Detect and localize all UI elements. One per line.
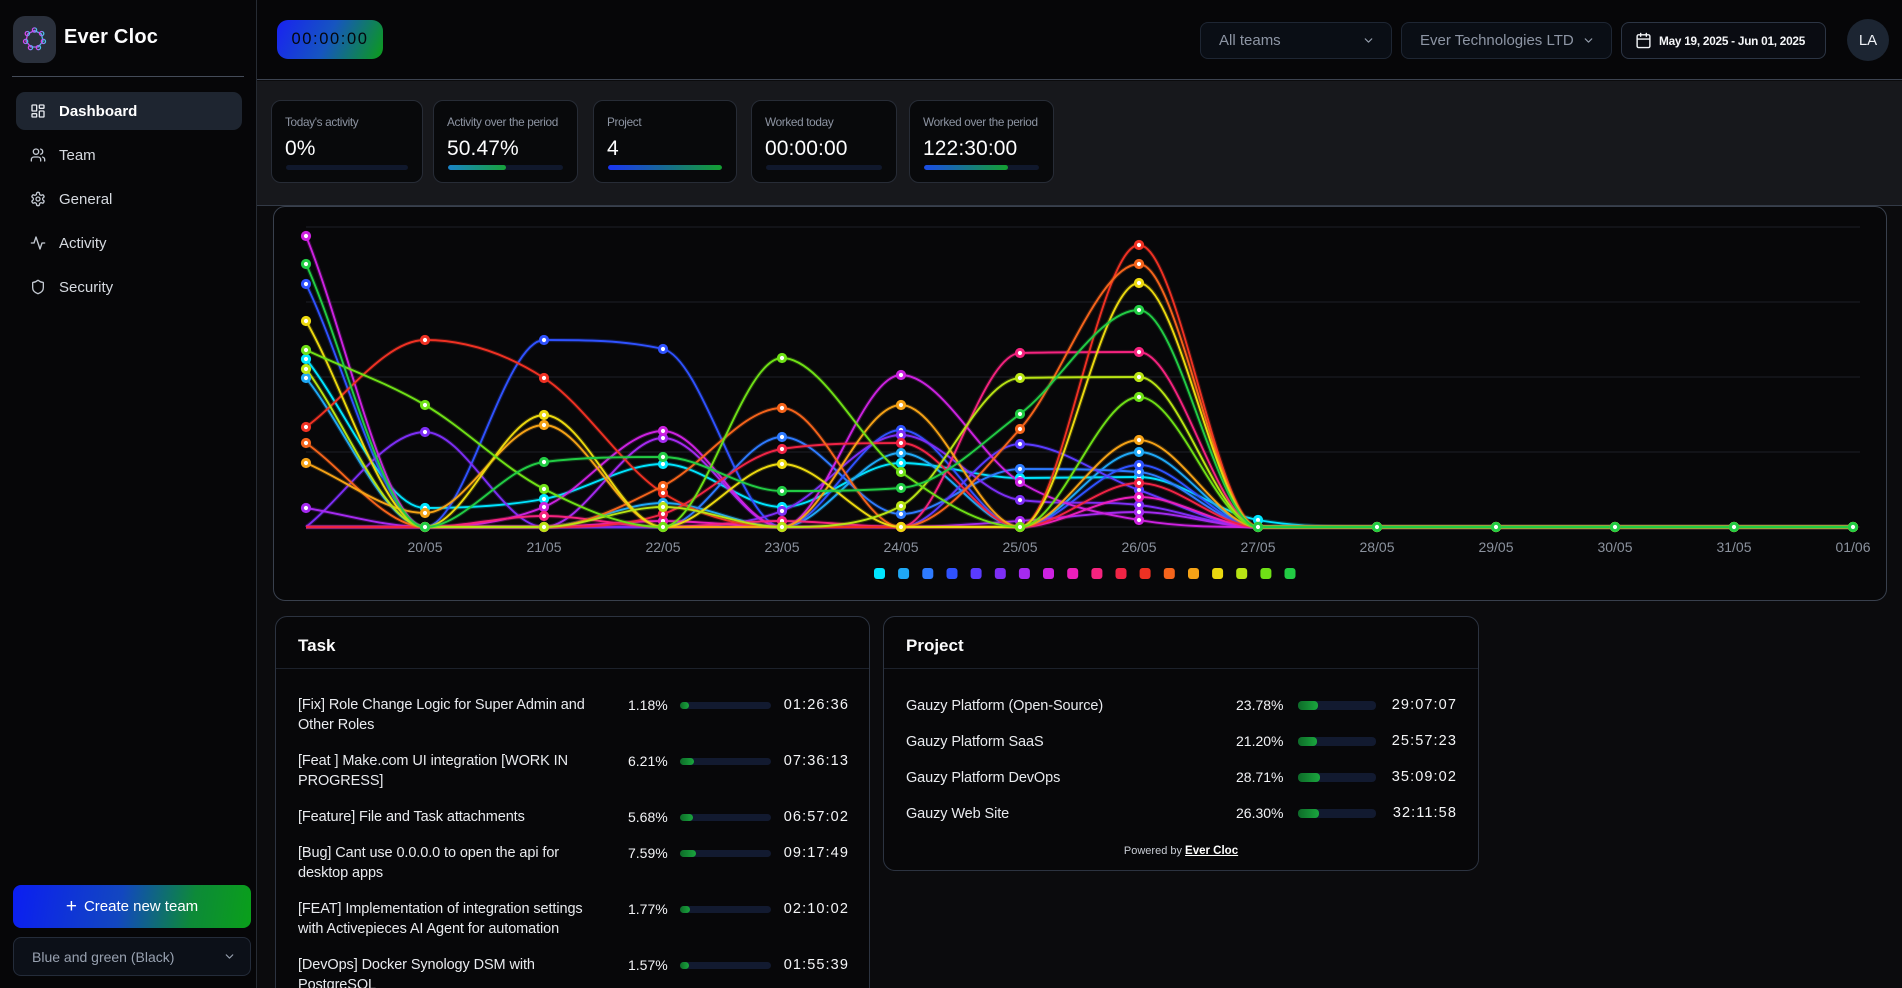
svg-text:23/05: 23/05 (764, 539, 799, 555)
svg-text:28/05: 28/05 (1359, 539, 1394, 555)
svg-text:01/06: 01/06 (1835, 539, 1870, 555)
svg-text:31/05: 31/05 (1716, 539, 1751, 555)
svg-text:21/05: 21/05 (526, 539, 561, 555)
svg-text:25/05: 25/05 (1002, 539, 1037, 555)
svg-text:29/05: 29/05 (1478, 539, 1513, 555)
svg-text:26/05: 26/05 (1121, 539, 1156, 555)
svg-text:27/05: 27/05 (1240, 539, 1275, 555)
svg-text:24/05: 24/05 (883, 539, 918, 555)
svg-text:30/05: 30/05 (1597, 539, 1632, 555)
svg-text:22/05: 22/05 (645, 539, 680, 555)
svg-text:20/05: 20/05 (407, 539, 442, 555)
